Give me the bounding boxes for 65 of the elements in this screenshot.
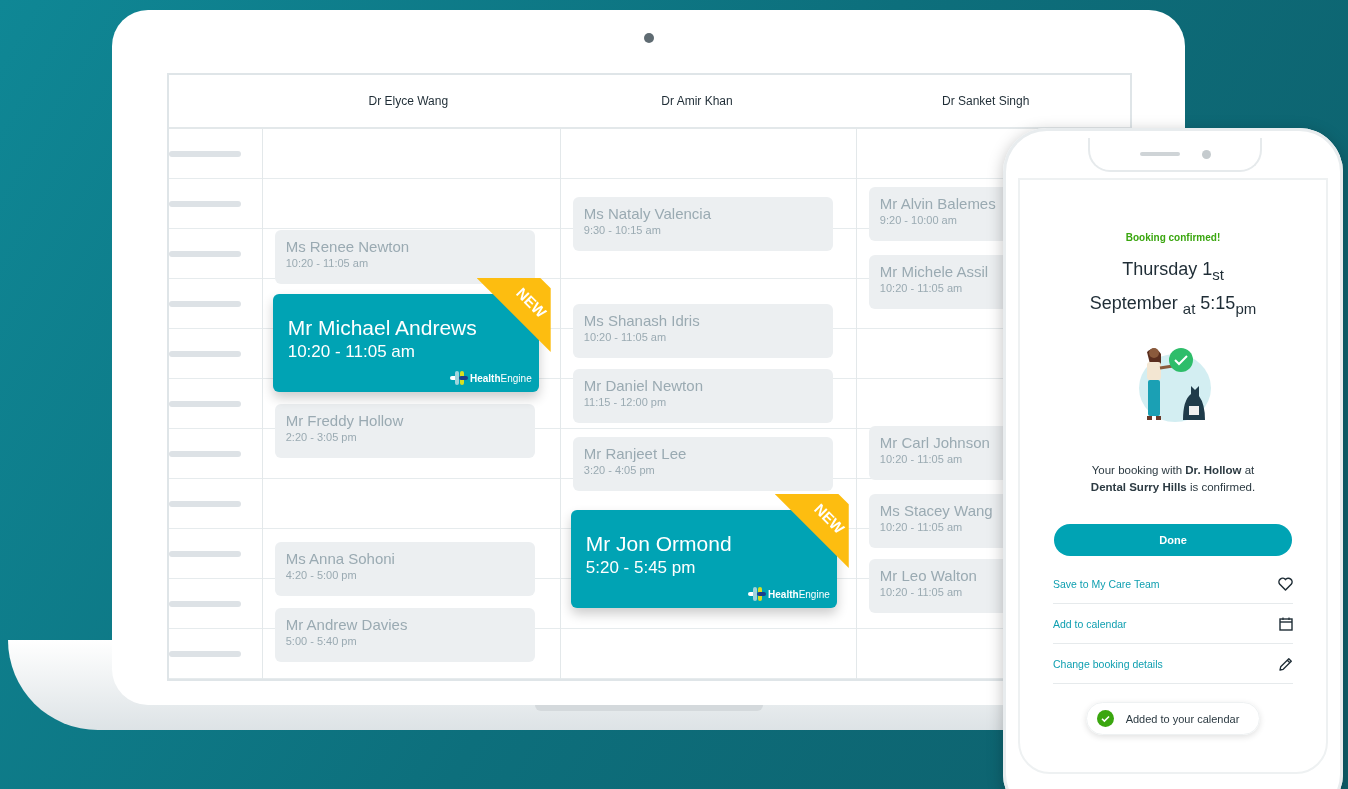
- appointment-card[interactable]: Mr Alvin Balemes 9:20 - 10:00 am: [868, 187, 1004, 241]
- patient-name: Ms Stacey Wang: [879, 502, 993, 519]
- appointment-card[interactable]: Ms Renee Newton 10:20 - 11:05 am: [274, 230, 535, 284]
- patient-name: Mr Jon Ormond: [585, 532, 733, 556]
- patient-name: Ms Anna Sohoni: [285, 550, 396, 567]
- appointment-card[interactable]: Ms Anna Sohoni 4:20 - 5:00 pm: [274, 542, 535, 596]
- appointment-card[interactable]: Mr Daniel Newton 11:15 - 12:00 pm: [572, 369, 833, 423]
- appointment-time: 9:20 - 10:00 am: [879, 214, 958, 226]
- action-link[interactable]: Change booking details: [1053, 657, 1163, 670]
- appointment-time: 10:20 - 11:05 am: [285, 257, 370, 269]
- patient-name: Mr Freddy Hollow: [285, 412, 405, 429]
- doctor-name: Dr Amir Khan: [661, 94, 733, 108]
- logo-text: HealthEngine: [470, 372, 532, 384]
- patient-name: Mr Daniel Newton: [583, 377, 704, 394]
- appointment-card[interactable]: Mr Michele Assil 10:20 - 11:05 am: [868, 255, 1004, 309]
- camera-dot: [644, 33, 654, 43]
- appointment-card[interactable]: Ms Stacey Wang 10:20 - 11:05 am: [868, 494, 1004, 548]
- patient-name: Mr Ranjeet Lee: [583, 445, 688, 462]
- speaker-grille: [1139, 152, 1180, 156]
- appointment-time: 10:20 - 11:05 am: [879, 586, 964, 598]
- action-link[interactable]: Save to My Care Team: [1053, 577, 1160, 590]
- appointment-card[interactable]: Mr Leo Walton 10:20 - 11:05 am: [868, 559, 1004, 613]
- patient-name: Mr Michele Assil: [879, 263, 990, 280]
- appointment-time: 3:20 - 4:05 pm: [583, 464, 656, 476]
- logo-text: HealthEngine: [768, 588, 830, 600]
- doctor-name: Dr Sanket Singh: [942, 94, 1030, 108]
- appointment-time: 10:20 - 11:05 am: [583, 331, 668, 343]
- appointment-time: 10:20 - 11:05 am: [879, 453, 964, 465]
- patient-name: Mr Carl Johnson: [879, 434, 991, 451]
- appointment-time: 2:20 - 3:05 pm: [285, 431, 358, 443]
- appointment-time: 4:20 - 5:00 pm: [285, 569, 358, 581]
- logo-icon: [748, 587, 767, 601]
- patient-name: Ms Renee Newton: [285, 238, 411, 255]
- camera-dot: [1201, 149, 1211, 159]
- booking-date: Thursday 1$_{st}$: [1122, 258, 1224, 285]
- appointment-card[interactable]: Mr Ranjeet Lee 3:20 - 4:05 pm: [572, 437, 833, 491]
- appointment-card[interactable]: Mr Carl Johnson 10:20 - 11:05 am: [868, 426, 1004, 480]
- heart-icon[interactable]: [1278, 576, 1293, 591]
- confirmation-message: Your booking with Dr. Hollow at Dental Surry Hills is confirmed.: [1089, 463, 1257, 496]
- patient-name: Ms Nataly Valencia: [583, 205, 713, 222]
- calendar-icon[interactable]: [1279, 616, 1293, 631]
- appointment-card[interactable]: Ms Shanash Idris 10:20 - 11:05 am: [572, 304, 833, 358]
- appointment-card[interactable]: Mr Freddy Hollow 2:20 - 3:05 pm: [274, 404, 535, 458]
- action-link[interactable]: Add to calendar: [1053, 617, 1127, 630]
- appointment-time: 5:00 - 5:40 pm: [285, 635, 358, 647]
- appointment-time: 11:15 - 12:00 pm: [583, 396, 668, 408]
- patient-name: Ms Shanash Idris: [583, 312, 701, 329]
- check-icon: [1096, 710, 1114, 728]
- appointment-card[interactable]: Mr Andrew Davies 5:00 - 5:40 pm: [274, 608, 535, 662]
- doctor-name: Dr Elyce Wang: [368, 94, 449, 108]
- appointment-time: 9:30 - 10:15 am: [583, 224, 662, 236]
- appointment-time: 10:20 - 11:05 am: [879, 282, 964, 294]
- appointment-time: 10:20 - 11:05 am: [287, 342, 416, 362]
- appointment-time: 10:20 - 11:05 am: [879, 521, 964, 533]
- appointment-card[interactable]: Ms Nataly Valencia 9:30 - 10:15 am: [572, 197, 833, 251]
- patient-name: Mr Michael Andrews: [287, 316, 478, 340]
- toast-text: Added to your calendar: [1125, 712, 1240, 725]
- status-text: Booking confirmed!: [1125, 232, 1221, 243]
- appointment-time: 5:20 - 5:45 pm: [585, 558, 697, 578]
- booking-date: September $_{at}$ 5:15$_{pm}$: [1089, 291, 1257, 319]
- done-button[interactable]: Done: [1054, 524, 1292, 557]
- patient-name: Mr Leo Walton: [879, 567, 978, 584]
- logo-icon: [450, 371, 468, 385]
- pencil-icon[interactable]: [1279, 656, 1293, 671]
- patient-name: Mr Andrew Davies: [285, 616, 409, 633]
